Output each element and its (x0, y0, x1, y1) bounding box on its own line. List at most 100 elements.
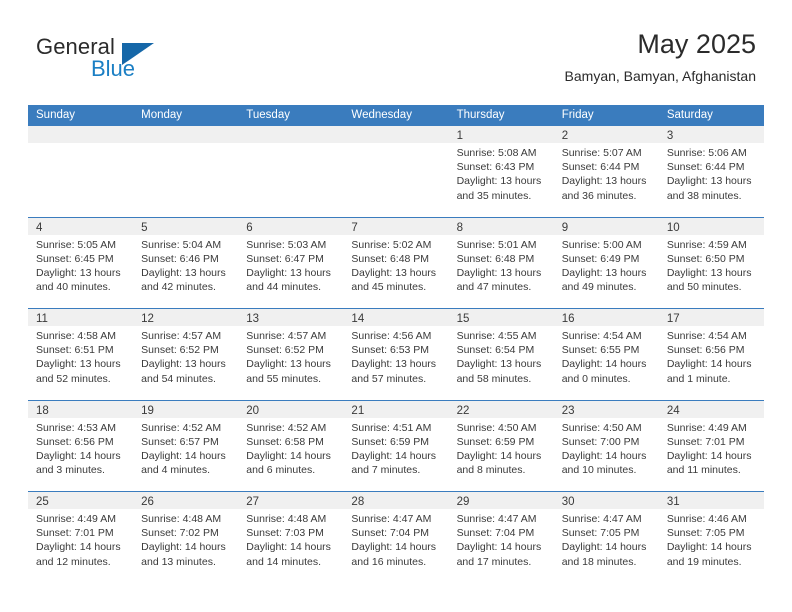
day-cell[interactable]: 9 Sunrise: 5:00 AM Sunset: 6:49 PM Daylight… (553, 217, 659, 308)
sunset-text: Sunset: 6:52 PM (246, 344, 324, 357)
sunset-text: Sunset: 6:56 PM (36, 435, 114, 448)
sunset-text: Sunset: 7:02 PM (141, 527, 219, 540)
day-cell[interactable]: 13 Sunrise: 4:57 AM Sunset: 6:52 PM Dayligh… (238, 309, 344, 400)
daylight-text: Daylight: 13 hours and 35 minutes. (456, 175, 542, 202)
sunrise-text: Sunrise: 4:49 AM (666, 421, 747, 434)
sunrise-text: Sunrise: 4:48 AM (246, 513, 327, 525)
day-info: Sunrise: 4:50 AM Sunset: 6:59 PM Daylight:… (449, 418, 554, 478)
daylight-text: Daylight: 13 hours and 42 minutes. (141, 266, 226, 294)
day-cell-empty (343, 126, 449, 217)
daylight-text: Daylight: 13 hours and 58 minutes. (456, 358, 542, 385)
day-info: Sunrise: 5:00 AM Sunset: 6:49 PM Daylight:… (554, 235, 659, 295)
day-info: Sunrise: 4:57 AM Sunset: 6:52 PM Daylight:… (238, 326, 343, 386)
sunset-text: Sunset: 6:43 PM (456, 161, 535, 174)
day-cell[interactable]: 4 Sunrise: 5:05 AM Sunset: 6:45 PM Daylight… (28, 217, 134, 308)
day-number-band: 8 (448, 217, 554, 235)
day-cell[interactable]: 6 Sunrise: 5:03 AM Sunset: 6:47 PM Daylight… (238, 217, 344, 308)
day-cell[interactable]: 12 Sunrise: 4:57 AM Sunset: 6:52 PM Dayligh… (133, 309, 239, 400)
day-cell[interactable]: 23 Sunrise: 4:50 AM Sunset: 7:00 PM Dayligh… (553, 400, 659, 491)
day-cell[interactable]: 24 Sunrise: 4:49 AM Sunset: 7:01 PM Dayligh… (658, 400, 764, 491)
day-cell[interactable]: 11 Sunrise: 4:58 AM Sunset: 6:51 PM Dayligh… (28, 309, 134, 400)
day-cell[interactable]: 31 Sunrise: 4:46 AM Sunset: 7:05 PM Dayligh… (658, 492, 764, 583)
daylight-text: Daylight: 13 hours and 45 minutes. (351, 266, 437, 294)
day-cell[interactable]: 26 Sunrise: 4:48 AM Sunset: 7:02 PM Dayligh… (133, 492, 239, 583)
day-cell[interactable]: 25 Sunrise: 4:49 AM Sunset: 7:01 PM Dayligh… (28, 492, 134, 583)
day-cell[interactable]: 5 Sunrise: 5:04 AM Sunset: 6:46 PM Daylight… (133, 217, 239, 308)
day-cell[interactable]: 15 Sunrise: 4:55 AM Sunset: 6:54 PM Dayligh… (448, 309, 554, 400)
sunset-text: Sunset: 6:55 PM (561, 344, 640, 357)
sunset-text: Sunset: 6:44 PM (561, 161, 640, 174)
day-cell[interactable]: 3 Sunrise: 5:06 AM Sunset: 6:44 PM Daylight… (658, 126, 764, 217)
day-cell[interactable]: 28 Sunrise: 4:47 AM Sunset: 7:04 PM Dayligh… (343, 492, 449, 583)
daylight-text: Daylight: 14 hours and 11 minutes. (666, 449, 752, 477)
day-cell[interactable]: 19 Sunrise: 4:52 AM Sunset: 6:57 PM Dayligh… (133, 400, 239, 491)
day-info: Sunrise: 4:57 AM Sunset: 6:52 PM Daylight:… (133, 326, 238, 386)
day-cell[interactable]: 18 Sunrise: 4:53 AM Sunset: 6:56 PM Dayligh… (28, 400, 134, 491)
day-number-band: 6 (238, 217, 344, 235)
logo-text-blue: Blue (91, 56, 136, 81)
day-number-band: 23 (553, 400, 659, 418)
daylight-text: Daylight: 13 hours and 38 minutes. (666, 175, 752, 202)
calendar-page: General Blue May 2025 Bamyan, Bamyan, Af… (0, 0, 792, 612)
daylight-text: Daylight: 13 hours and 49 minutes. (561, 266, 647, 294)
day-number-band (238, 126, 344, 143)
day-cell[interactable]: 14 Sunrise: 4:56 AM Sunset: 6:53 PM Dayligh… (343, 309, 449, 400)
sunrise-text: Sunrise: 4:55 AM (456, 330, 537, 342)
sunrise-text: Sunrise: 4:58 AM (36, 330, 116, 342)
day-cell[interactable]: 8 Sunrise: 5:01 AM Sunset: 6:48 PM Daylight… (448, 217, 554, 308)
sunset-text: Sunset: 6:54 PM (456, 344, 535, 357)
sunset-text: Sunset: 6:48 PM (351, 252, 430, 265)
day-info: Sunrise: 4:48 AM Sunset: 7:02 PM Daylight:… (133, 509, 238, 569)
sunrise-text: Sunrise: 4:50 AM (456, 421, 537, 434)
day-number-band: 18 (28, 400, 134, 418)
day-cell[interactable]: 29 Sunrise: 4:47 AM Sunset: 7:04 PM Dayligh… (448, 492, 554, 583)
day-cell[interactable]: 30 Sunrise: 4:47 AM Sunset: 7:05 PM Dayligh… (553, 492, 659, 583)
day-info: Sunrise: 4:48 AM Sunset: 7:03 PM Daylight:… (238, 509, 343, 569)
day-info: Sunrise: 5:08 AM Sunset: 6:43 PM Daylight:… (449, 143, 554, 203)
day-cell[interactable]: 17 Sunrise: 4:54 AM Sunset: 6:56 PM Dayligh… (658, 309, 764, 400)
generalblue-logo[interactable]: General Blue (36, 34, 186, 86)
sunset-text: Sunset: 7:01 PM (666, 435, 745, 448)
day-info: Sunrise: 5:02 AM Sunset: 6:48 PM Daylight:… (343, 235, 448, 295)
daylight-text: Daylight: 14 hours and 7 minutes. (351, 449, 437, 477)
day-cell-empty (28, 126, 134, 217)
day-number: 26 (141, 496, 154, 508)
day-number: 19 (141, 404, 154, 417)
sunrise-text: Sunrise: 5:07 AM (561, 147, 642, 159)
day-cell[interactable]: 27 Sunrise: 4:48 AM Sunset: 7:03 PM Dayligh… (238, 492, 344, 583)
daylight-text: Daylight: 13 hours and 47 minutes. (456, 266, 542, 294)
sunrise-text: Sunrise: 4:52 AM (141, 421, 222, 434)
weekday-header-row: Sunday Monday Tuesday Wednesday Thursday Frid… (28, 105, 764, 126)
day-number-band: 13 (238, 309, 344, 326)
day-number: 27 (246, 496, 260, 508)
daylight-text: Daylight: 14 hours and 13 minutes. (141, 541, 226, 568)
day-cell[interactable]: 7 Sunrise: 5:02 AM Sunset: 6:48 PM Daylight… (343, 217, 449, 308)
day-number-band: 7 (343, 217, 449, 235)
day-cell[interactable]: 21 Sunrise: 4:51 AM Sunset: 6:59 PM Dayligh… (343, 400, 449, 491)
day-cell[interactable]: 1 Sunrise: 5:08 AM Sunset: 6:43 PM Daylight… (448, 126, 554, 217)
day-cell[interactable]: 10 Sunrise: 4:59 AM Sunset: 6:50 PM Dayligh… (658, 217, 764, 308)
sunset-text: Sunset: 6:47 PM (246, 252, 324, 265)
weekday-header-tuesday: Tuesday (246, 109, 290, 121)
day-cell[interactable]: 22 Sunrise: 4:50 AM Sunset: 6:59 PM Dayligh… (448, 400, 554, 491)
day-info: Sunrise: 4:49 AM Sunset: 7:01 PM Daylight:… (28, 509, 133, 569)
day-info: Sunrise: 4:52 AM Sunset: 6:58 PM Daylight:… (238, 418, 343, 478)
day-number-band: 10 (658, 217, 764, 235)
day-info: Sunrise: 4:54 AM Sunset: 6:55 PM Daylight:… (554, 326, 659, 386)
day-number-band: 20 (238, 400, 344, 418)
day-number: 1 (456, 130, 463, 142)
day-cell[interactable]: 2 Sunrise: 5:07 AM Sunset: 6:44 PM Daylight… (553, 126, 659, 217)
daylight-text: Daylight: 13 hours and 55 minutes. (246, 358, 331, 385)
calendar-grid: Sunday Monday Tuesday Wednesday Thursday Frid… (28, 105, 764, 583)
day-number: 28 (351, 496, 365, 508)
day-number: 29 (456, 496, 470, 508)
day-cell[interactable]: 20 Sunrise: 4:52 AM Sunset: 6:58 PM Dayligh… (238, 400, 344, 491)
sunrise-text: Sunrise: 4:47 AM (456, 513, 537, 525)
day-cell[interactable]: 16 Sunrise: 4:54 AM Sunset: 6:55 PM Dayligh… (553, 309, 659, 400)
day-info: Sunrise: 4:52 AM Sunset: 6:57 PM Daylight:… (133, 418, 238, 478)
weekday-header-thursday: Thursday (456, 109, 505, 121)
day-number: 23 (561, 404, 575, 417)
day-info: Sunrise: 5:04 AM Sunset: 6:46 PM Daylight:… (133, 235, 238, 295)
day-number: 9 (561, 221, 569, 234)
day-number: 25 (36, 496, 49, 508)
